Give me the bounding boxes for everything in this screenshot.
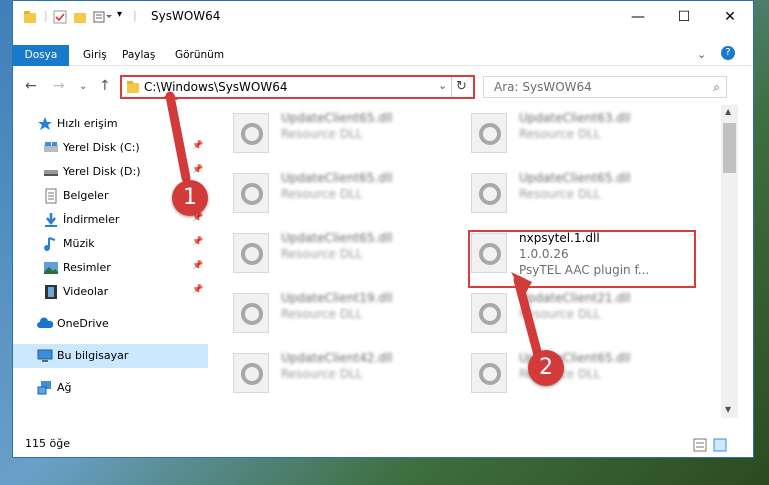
callout-1: 1 xyxy=(172,180,208,216)
arrow-2 xyxy=(513,275,543,360)
arrow-1 xyxy=(165,91,191,183)
callout-2: 2 xyxy=(528,350,564,386)
annotation-arrows xyxy=(162,91,543,360)
